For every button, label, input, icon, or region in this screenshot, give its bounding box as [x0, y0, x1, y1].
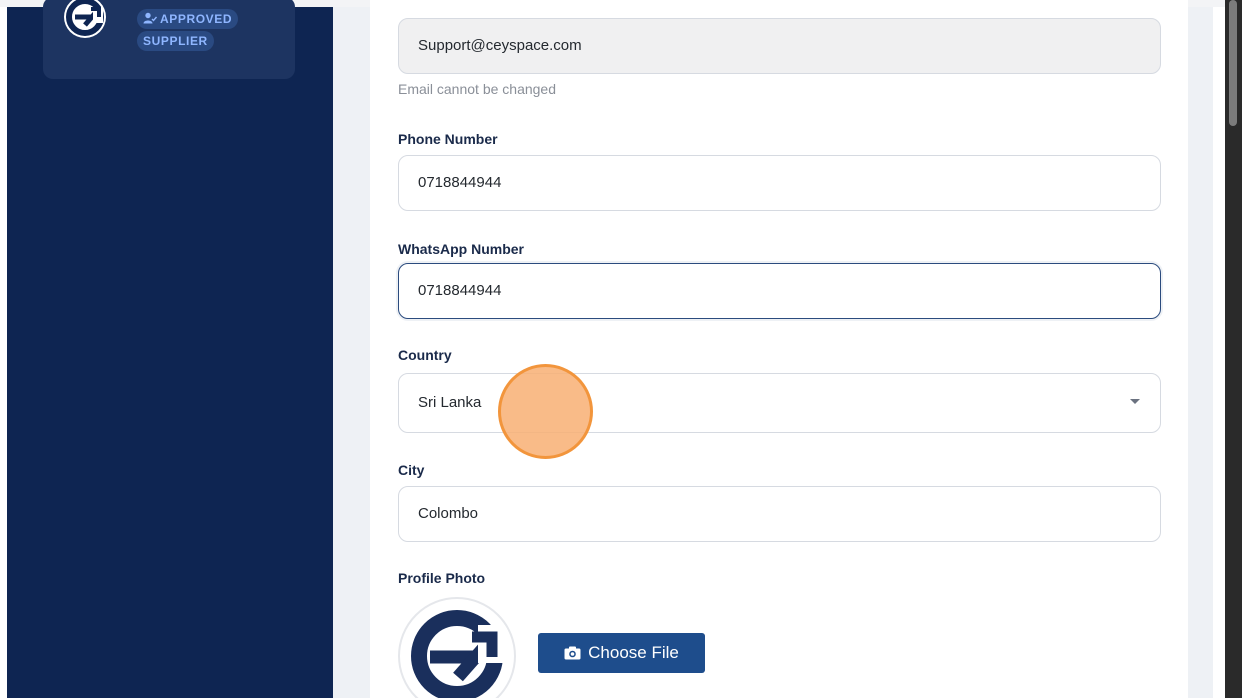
phone-number-label: Phone Number — [398, 131, 498, 147]
camera-icon — [564, 646, 581, 660]
choose-file-button[interactable]: Choose File — [538, 633, 705, 673]
city-value: Colombo — [418, 505, 479, 522]
country-label: Country — [398, 347, 452, 363]
ceyspace-logo-icon — [63, 0, 107, 39]
city-field[interactable]: Colombo — [398, 486, 1161, 542]
badge-line2-text: SUPPLIER — [137, 31, 214, 51]
click-indicator — [498, 364, 593, 459]
email-field[interactable]: Support@ceyspace.com — [398, 18, 1161, 74]
phone-number-value: 0718844944 — [418, 174, 502, 191]
approved-supplier-badge: APPROVED SUPPLIER — [137, 9, 239, 51]
choose-file-label: Choose File — [588, 643, 679, 662]
whatsapp-number-field[interactable]: 0718844944 — [398, 263, 1161, 319]
chevron-down-icon — [1130, 399, 1140, 404]
city-label: City — [398, 462, 425, 478]
sidebar: APPROVED SUPPLIER — [7, 0, 333, 698]
whatsapp-number-value: 0718844944 — [418, 282, 502, 299]
phone-number-field[interactable]: 0718844944 — [398, 155, 1161, 211]
user-check-icon — [143, 12, 157, 24]
email-value: Support@ceyspace.com — [418, 37, 582, 54]
scrollbar-thumb[interactable] — [1229, 0, 1237, 126]
profile-form: Support@ceyspace.com Email cannot be cha… — [370, 0, 1188, 698]
supplier-profile-card[interactable]: APPROVED SUPPLIER — [43, 0, 295, 79]
country-value: Sri Lanka — [418, 394, 482, 411]
ceyspace-logo-icon — [411, 610, 508, 698]
profile-photo-label: Profile Photo — [398, 570, 486, 586]
badge-line1-text: APPROVED — [160, 12, 233, 26]
whatsapp-number-label: WhatsApp Number — [398, 241, 524, 257]
profile-photo-preview — [398, 597, 516, 698]
email-helper-text: Email cannot be changed — [398, 81, 556, 97]
